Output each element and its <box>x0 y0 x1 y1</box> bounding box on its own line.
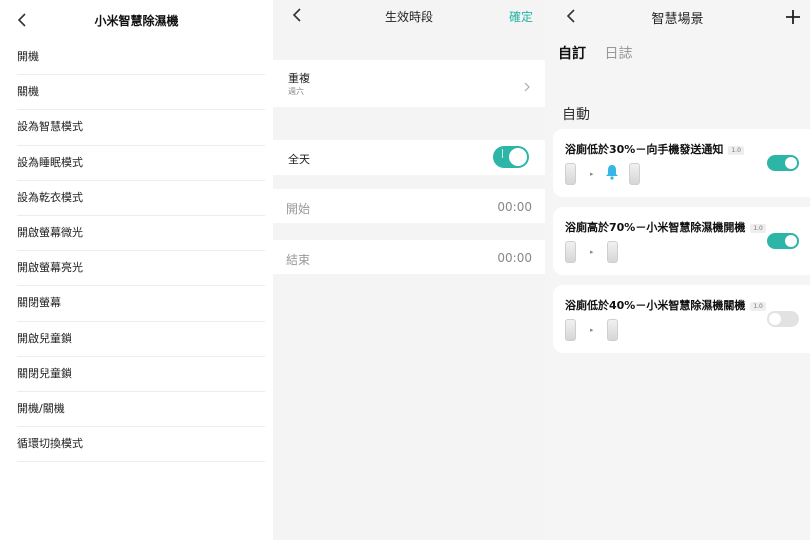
dehumidifier-icon <box>607 241 618 263</box>
confirm-button[interactable]: 確定 <box>509 8 533 25</box>
scene-tabs: 自訂 日誌 <box>558 43 646 63</box>
all-day-row: 全天 | <box>273 140 545 175</box>
dehumidifier-icon <box>629 163 640 185</box>
action-item-child-lock-on[interactable]: 開啟兒童鎖 <box>17 322 265 357</box>
smart-scene-panel: 智慧場景 自訂 日誌 自動 浴廁低於30%－向手機發送通知 1.0 ▸ 浴廁高於7… <box>545 0 810 540</box>
scene-toggle[interactable] <box>767 311 799 327</box>
repeat-label: 重複 <box>288 72 310 85</box>
start-label: 開始 <box>286 202 311 216</box>
scene-card[interactable]: 浴廁低於30%－向手機發送通知 1.0 ▸ <box>553 129 810 197</box>
section-title: 自動 <box>562 107 590 123</box>
scene-title-text: 浴廁低於30%－向手機發送通知 <box>565 143 724 156</box>
action-item-screen-dim[interactable]: 開啟螢幕微光 <box>17 216 265 252</box>
repeat-value: 週六 <box>288 87 304 96</box>
start-value: 00:00 <box>497 200 532 214</box>
version-badge: 1.0 <box>750 301 766 311</box>
all-day-label: 全天 <box>288 153 310 166</box>
action-item-sleep-mode[interactable]: 設為睡眠模式 <box>17 146 265 181</box>
action-item-power-off[interactable]: 關機 <box>17 75 265 111</box>
scene-title: 浴廁低於40%－小米智慧除濕機關機 1.0 <box>565 297 766 313</box>
panel3-header: 智慧場景 <box>545 0 810 34</box>
end-value: 00:00 <box>497 251 532 265</box>
tab-log[interactable]: 日誌 <box>604 43 632 63</box>
toggle-knob <box>509 148 527 166</box>
action-item-power-on[interactable]: 開機 <box>17 40 265 76</box>
version-badge: 1.0 <box>750 223 766 233</box>
repeat-row[interactable]: 重複 週六 <box>273 60 545 107</box>
dehumidifier-icon <box>565 319 576 341</box>
scene-toggle[interactable] <box>767 233 799 249</box>
scene-card[interactable]: 浴廁高於70%－小米智慧除濕機開機 1.0 ▸ <box>553 207 810 275</box>
effective-time-panel: 生效時段 確定 重複 週六 全天 | 開始 00:00 結束 00:00 <box>273 0 545 540</box>
toggle-on-mark: | <box>501 149 505 159</box>
action-item-dry-clothes-mode[interactable]: 設為乾衣模式 <box>17 181 265 216</box>
scene-title-text: 浴廁低於40%－小米智慧除濕機關機 <box>565 299 746 312</box>
bell-icon <box>605 164 619 184</box>
panel2-header: 生效時段 確定 <box>273 0 545 32</box>
action-list-panel: 小米智慧除濕機 開機 關機 設為智慧模式 設為睡眠模式 設為乾衣模式 開啟螢幕微… <box>0 0 273 540</box>
scene-toggle[interactable] <box>767 155 799 171</box>
version-badge: 1.0 <box>728 145 744 155</box>
action-item-screen-bright[interactable]: 開啟螢幕亮光 <box>17 251 265 287</box>
all-day-toggle[interactable]: | <box>493 146 529 168</box>
plus-icon[interactable] <box>786 2 800 31</box>
action-item-power-toggle[interactable]: 開機/關機 <box>17 392 265 428</box>
page-title: 智慧場景 <box>651 12 704 27</box>
page-title: 生效時段 <box>384 10 433 24</box>
end-label: 結束 <box>286 253 311 267</box>
tab-custom[interactable]: 自訂 <box>558 43 586 63</box>
scene-card[interactable]: 浴廁低於40%－小米智慧除濕機關機 1.0 ▸ <box>553 285 810 353</box>
arrow-right-icon: ▸ <box>590 170 594 178</box>
scene-title: 浴廁低於30%－向手機發送通知 1.0 <box>565 141 744 157</box>
action-item-screen-off[interactable]: 關閉螢幕 <box>17 286 265 322</box>
dehumidifier-icon <box>607 319 618 341</box>
action-item-smart-mode[interactable]: 設為智慧模式 <box>17 110 265 146</box>
action-item-child-lock-off[interactable]: 關閉兒童鎖 <box>17 357 265 392</box>
scene-title-text: 浴廁高於70%－小米智慧除濕機開機 <box>565 221 746 234</box>
dehumidifier-icon <box>565 163 576 185</box>
panel1-header: 小米智慧除濕機 <box>0 0 273 40</box>
chevron-right-icon <box>523 78 531 97</box>
action-item-cycle-mode[interactable]: 循環切換模式 <box>17 427 265 463</box>
arrow-right-icon: ▸ <box>590 248 594 256</box>
arrow-right-icon: ▸ <box>590 326 594 334</box>
page-title: 小米智慧除濕機 <box>94 14 179 28</box>
scene-title: 浴廁高於70%－小米智慧除濕機開機 1.0 <box>565 219 766 235</box>
start-time-row[interactable]: 開始 00:00 <box>273 189 545 223</box>
end-time-row[interactable]: 結束 00:00 <box>273 240 545 274</box>
toggle-knob <box>785 235 797 247</box>
toggle-knob <box>769 313 781 325</box>
toggle-knob <box>785 157 797 169</box>
dehumidifier-icon <box>565 241 576 263</box>
